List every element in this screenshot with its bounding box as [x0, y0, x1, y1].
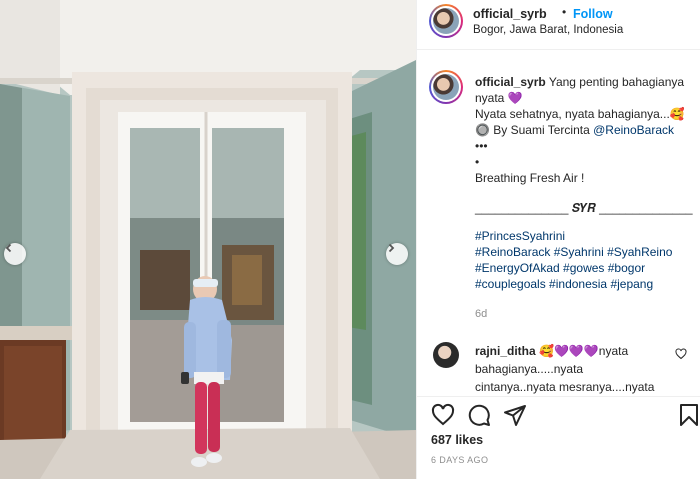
post-caption: official_syrb Yang penting bahagianya ny… [417, 50, 700, 336]
post-sidebar: official_syrb • Follow Bogor, Jawa Barat… [416, 0, 700, 479]
header-separator: • [562, 5, 567, 19]
post-timestamp[interactable]: 6 DAYS AGO [431, 455, 488, 465]
caption-line-6: • [475, 155, 480, 169]
comment-like-heart-icon[interactable] [675, 348, 687, 360]
comment-line-1: 🥰💜💜💜nyata [535, 344, 629, 358]
caption-line-3: Nyata sehatnya, nyata bahagianya...🥰 [475, 107, 685, 121]
commenter-avatar[interactable] [433, 342, 459, 368]
bookmark-icon[interactable] [679, 403, 699, 427]
follow-button[interactable]: Follow [573, 7, 613, 21]
heart-icon[interactable] [431, 403, 455, 427]
post-actions: 687 likes 6 DAYS AGO [417, 396, 700, 479]
commenter-username[interactable]: rajni_ditha [475, 344, 536, 358]
photo-illustration [0, 0, 416, 479]
share-icon[interactable] [503, 403, 527, 427]
mention-link[interactable]: @ReinoBarack [593, 123, 674, 137]
next-image-button[interactable] [386, 243, 408, 265]
profile-avatar[interactable] [429, 4, 463, 38]
caption-username[interactable]: official_syrb [475, 75, 546, 89]
caption-line-5: ••• [475, 139, 488, 153]
caption-line-2: nyata 💜 [475, 91, 523, 105]
comment-line-3: cintanya..nyata mesranya....nyata [475, 380, 655, 394]
post-photo[interactable] [0, 0, 416, 479]
chevron-right-icon [388, 243, 395, 253]
caption-line-1: Yang penting bahagianya [548, 75, 685, 89]
comment-text: rajni_ditha 🥰💜💜💜nyata bahagianya.....nya… [475, 342, 680, 396]
caption-age[interactable]: 6d [475, 308, 487, 320]
caption-text: official_syrb Yang penting bahagianya ny… [475, 74, 695, 292]
caption-line-7: Breathing Fresh Air ! [475, 171, 585, 185]
comment-icon[interactable] [467, 403, 491, 427]
header-username[interactable]: official_syrb [473, 7, 547, 21]
hashtag-line-2[interactable]: #ReinoBarack #Syahrini #SyahReino [475, 244, 695, 260]
caption-signature: ______________ 𝑺𝒀𝑹 ______________ [475, 201, 693, 215]
location-link[interactable]: Bogor, Jawa Barat, Indonesia [473, 24, 623, 36]
likes-count[interactable]: 687 likes [431, 433, 483, 447]
caption-line-4: 🔘 By Suami Tercinta [475, 123, 590, 137]
comment-item: rajni_ditha 🥰💜💜💜nyata bahagianya.....nya… [417, 336, 700, 396]
comment-line-2: bahagianya.....nyata [475, 362, 584, 376]
post-header: official_syrb • Follow Bogor, Jawa Barat… [417, 0, 700, 50]
chevron-left-icon [5, 243, 12, 253]
previous-image-button[interactable] [4, 243, 26, 265]
caption-avatar[interactable] [429, 70, 463, 104]
hashtag-line-1[interactable]: #PrincesSyahrini [475, 228, 695, 244]
hashtag-line-4[interactable]: #couplegoals #indonesia #jepang [475, 276, 695, 292]
hashtag-line-3[interactable]: #EnergyOfAkad #gowes #bogor [475, 260, 695, 276]
